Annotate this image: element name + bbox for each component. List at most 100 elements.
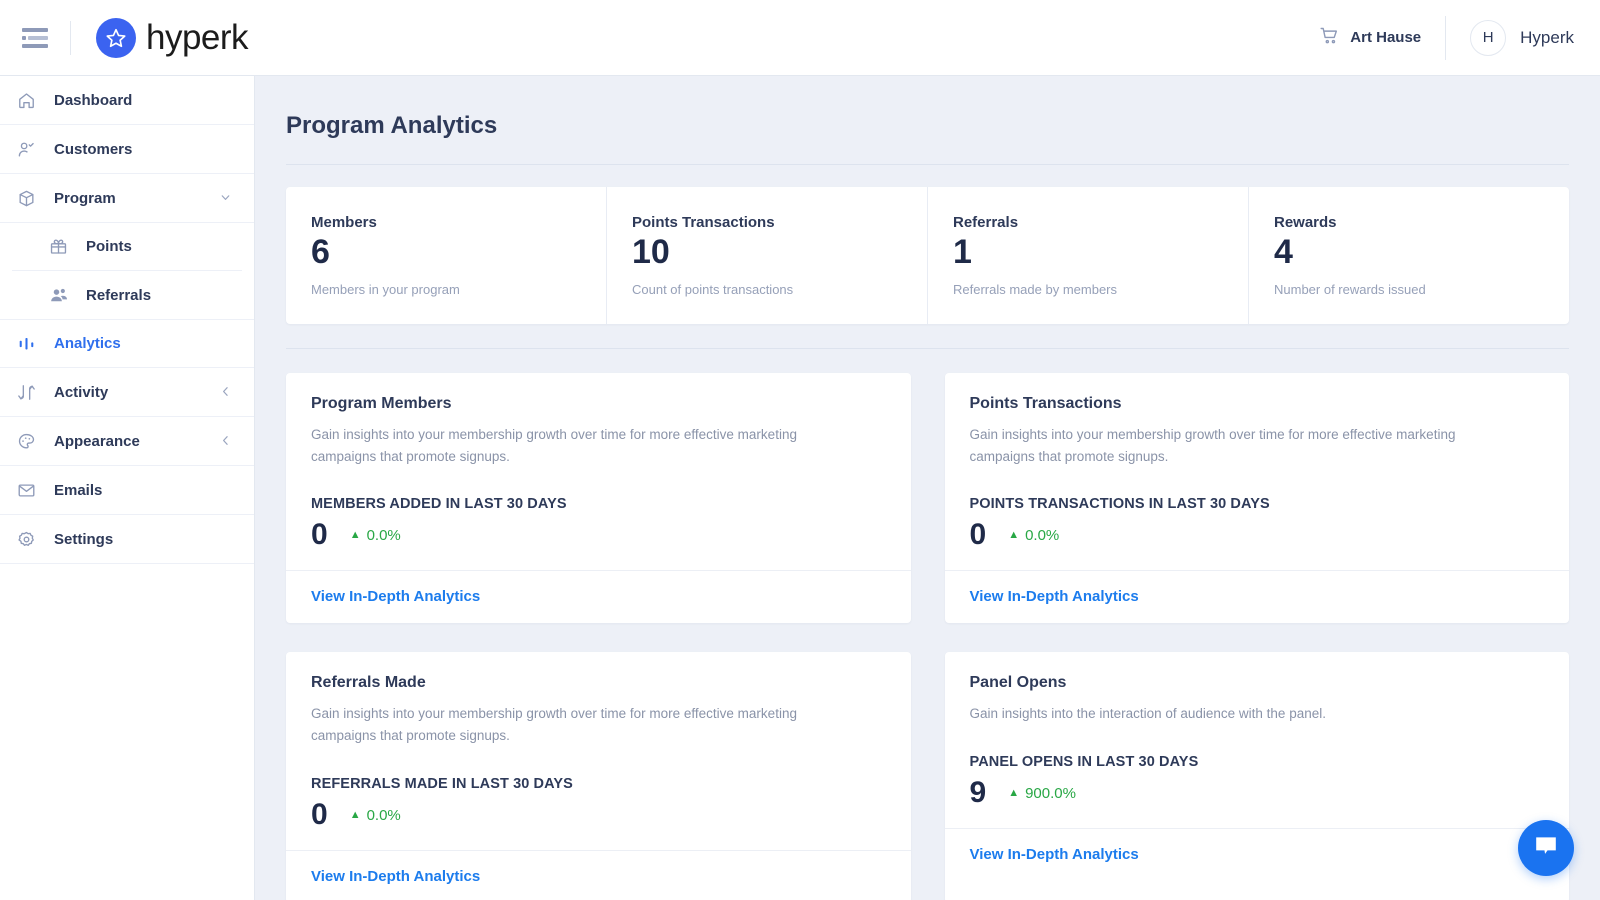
- top-header: hyperk Art Hause H Hyperk: [0, 0, 1600, 76]
- main-content: Program Analytics Members 6 Members in y…: [255, 76, 1600, 900]
- sidebar-item-label: Settings: [54, 531, 113, 548]
- stat-value: 4: [1274, 235, 1569, 271]
- header-right: Art Hause H Hyperk: [1319, 0, 1600, 76]
- metric-value: 9: [970, 778, 987, 808]
- card-footer: View In-Depth Analytics: [286, 570, 911, 623]
- sidebar-item-points[interactable]: Points: [12, 223, 242, 271]
- metric-label: REFERRALS MADE IN LAST 30 DAYS: [311, 776, 886, 792]
- program-submenu: Points Referrals: [0, 223, 254, 319]
- metric-row: 0 ▲ 0.0%: [970, 520, 1545, 550]
- stat-label: Members: [311, 214, 606, 231]
- sidebar-item-analytics[interactable]: Analytics: [0, 319, 254, 368]
- store-name: Art Hause: [1350, 29, 1421, 46]
- envelope-icon: [16, 480, 37, 501]
- stat-members: Members 6 Members in your program: [286, 187, 606, 324]
- card-title: Referrals Made: [311, 674, 886, 692]
- stat-points-transactions: Points Transactions 10 Count of points t…: [606, 187, 927, 324]
- metric-delta: ▲ 0.0%: [350, 807, 401, 824]
- chevron-down-icon[interactable]: [219, 191, 232, 206]
- user-check-icon: [16, 139, 37, 160]
- stat-label: Referrals: [953, 214, 1248, 231]
- page-title: Program Analytics: [286, 112, 1600, 140]
- avatar: H: [1470, 20, 1506, 56]
- sidebar-item-label: Emails: [54, 482, 102, 499]
- metric-value: 0: [970, 520, 987, 550]
- star-icon: [96, 18, 136, 58]
- stat-description: Count of points transactions: [632, 282, 927, 297]
- view-in-depth-analytics-link[interactable]: View In-Depth Analytics: [970, 846, 1139, 863]
- metric-delta-value: 900.0%: [1025, 785, 1076, 802]
- metric-value: 0: [311, 520, 328, 550]
- sidebar-item-referrals[interactable]: Referrals: [12, 271, 242, 319]
- metric-delta-value: 0.0%: [367, 807, 401, 824]
- metric-delta: ▲ 900.0%: [1008, 785, 1076, 802]
- view-in-depth-analytics-link[interactable]: View In-Depth Analytics: [970, 588, 1139, 605]
- sidebar-item-emails[interactable]: Emails: [0, 466, 254, 515]
- sidebar-item-dashboard[interactable]: Dashboard: [0, 76, 254, 125]
- sidebar-item-label: Appearance: [54, 433, 140, 450]
- metric-delta: ▲ 0.0%: [1008, 527, 1059, 544]
- shopping-cart-icon: [1319, 25, 1340, 51]
- brand-name: hyperk: [146, 18, 248, 58]
- card-title: Program Members: [311, 395, 886, 413]
- store-selector[interactable]: Art Hause: [1319, 25, 1445, 51]
- sidebar-item-appearance[interactable]: Appearance: [0, 417, 254, 466]
- card-referrals-made: Referrals Made Gain insights into your m…: [286, 652, 911, 900]
- hamburger-icon[interactable]: [22, 28, 48, 48]
- triangle-up-icon: ▲: [1008, 788, 1019, 799]
- metric-row: 9 ▲ 900.0%: [970, 778, 1545, 808]
- card-panel-opens: Panel Opens Gain insights into the inter…: [945, 652, 1570, 900]
- sidebar-subitem-label: Referrals: [86, 287, 151, 304]
- gift-icon: [48, 236, 69, 257]
- cards-divider: [286, 348, 1569, 349]
- view-in-depth-analytics-link[interactable]: View In-Depth Analytics: [311, 588, 480, 605]
- view-in-depth-analytics-link[interactable]: View In-Depth Analytics: [311, 868, 480, 885]
- users-icon: [48, 285, 69, 306]
- summary-stats: Members 6 Members in your program Points…: [286, 187, 1569, 324]
- triangle-up-icon: ▲: [350, 530, 361, 541]
- card-description: Gain insights into your membership growt…: [311, 703, 856, 747]
- bar-chart-icon: [16, 333, 37, 354]
- title-divider: [286, 164, 1569, 165]
- chat-bubble-icon: [1532, 832, 1560, 865]
- card-footer: View In-Depth Analytics: [286, 850, 911, 900]
- card-description: Gain insights into the interaction of au…: [970, 703, 1515, 725]
- user-menu[interactable]: H Hyperk: [1446, 20, 1600, 56]
- sidebar-item-label: Analytics: [54, 335, 121, 352]
- box-icon: [16, 188, 37, 209]
- card-title: Panel Opens: [970, 674, 1545, 692]
- stat-value: 10: [632, 235, 927, 271]
- sidebar-item-label: Activity: [54, 384, 108, 401]
- user-name: Hyperk: [1520, 28, 1574, 48]
- sidebar-item-label: Program: [54, 190, 116, 207]
- metric-delta: ▲ 0.0%: [350, 527, 401, 544]
- triangle-up-icon: ▲: [1008, 530, 1019, 541]
- metric-label: POINTS TRANSACTIONS IN LAST 30 DAYS: [970, 496, 1545, 512]
- stat-description: Number of rewards issued: [1274, 282, 1569, 297]
- triangle-up-icon: ▲: [350, 810, 361, 821]
- metric-delta-value: 0.0%: [1025, 527, 1059, 544]
- sidebar-item-settings[interactable]: Settings: [0, 515, 254, 564]
- sidebar: Dashboard Customers Program: [0, 76, 255, 900]
- stat-label: Rewards: [1274, 214, 1569, 231]
- sidebar-item-activity[interactable]: Activity: [0, 368, 254, 417]
- card-description: Gain insights into your membership growt…: [311, 424, 856, 468]
- brand-logo[interactable]: hyperk: [96, 18, 248, 58]
- card-title: Points Transactions: [970, 395, 1545, 413]
- app-root: hyperk Art Hause H Hyperk: [0, 0, 1600, 900]
- stat-description: Referrals made by members: [953, 282, 1248, 297]
- chevron-left-icon[interactable]: [219, 434, 232, 449]
- sidebar-subitem-label: Points: [86, 238, 132, 255]
- card-program-members: Program Members Gain insights into your …: [286, 373, 911, 624]
- card-footer: View In-Depth Analytics: [945, 570, 1570, 623]
- chevron-left-icon[interactable]: [219, 385, 232, 400]
- sidebar-item-customers[interactable]: Customers: [0, 125, 254, 174]
- card-footer: View In-Depth Analytics: [945, 828, 1570, 881]
- stat-value: 1: [953, 235, 1248, 271]
- chat-widget-button[interactable]: [1518, 820, 1574, 876]
- stat-value: 6: [311, 235, 606, 271]
- metric-row: 0 ▲ 0.0%: [311, 520, 886, 550]
- activity-arrows-icon: [16, 382, 37, 403]
- sidebar-item-label: Customers: [54, 141, 132, 158]
- sidebar-item-program[interactable]: Program: [0, 174, 254, 223]
